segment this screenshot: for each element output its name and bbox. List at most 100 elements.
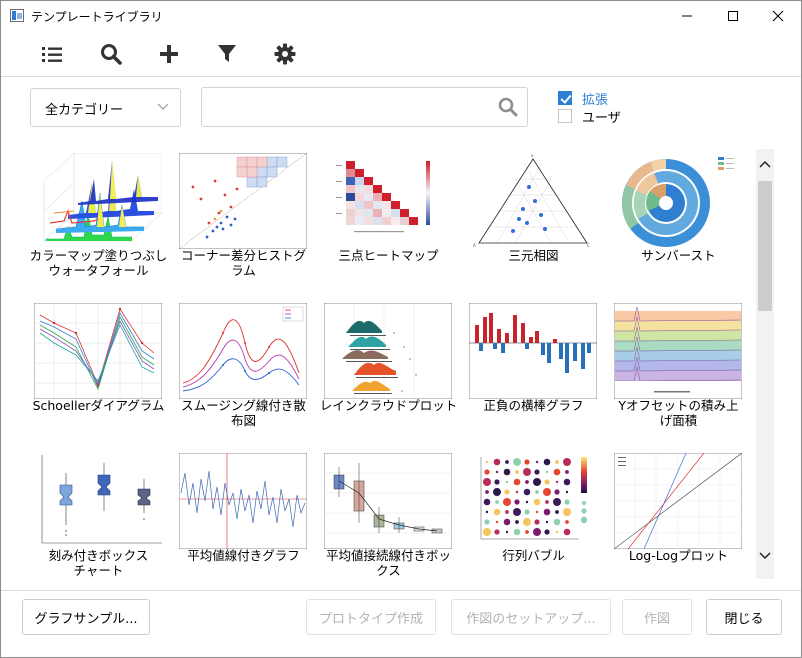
template-item[interactable]: Log-Logプロット	[606, 449, 751, 581]
template-item[interactable]: 行列バブル	[461, 449, 606, 581]
search-icon	[498, 97, 518, 117]
mean-line-thumbnail	[179, 453, 307, 549]
template-item[interactable]: 平均値接続線付きボッ クス	[316, 449, 461, 581]
bubble-mark	[513, 528, 521, 536]
bubble-mark	[534, 469, 540, 475]
template-item[interactable]: カラーマップ塗りつぶし ウォータフォール	[26, 149, 171, 297]
bubble-mark	[513, 508, 521, 516]
close-icon	[772, 10, 784, 22]
bubble-mark	[504, 489, 510, 495]
bubble-mark	[485, 510, 489, 514]
bubble-mark	[513, 458, 521, 466]
bubble-mark	[535, 490, 539, 494]
bubble-mark	[483, 478, 491, 486]
bubble-mark	[523, 488, 531, 496]
template-item[interactable]: スムージング線付き散 布図	[171, 299, 316, 447]
search-icon	[101, 44, 122, 65]
scroll-thumb[interactable]	[758, 181, 772, 311]
bubble-mark	[485, 490, 489, 494]
extension-checkbox[interactable]	[558, 91, 572, 105]
minimize-button[interactable]	[664, 1, 710, 31]
bubble-mark	[553, 518, 561, 526]
plot-button[interactable]: 作図	[622, 599, 692, 635]
template-label: 行列バブル	[502, 548, 565, 563]
bubble-mark	[515, 520, 519, 524]
category-value: 全カテゴリー	[45, 103, 124, 118]
list-view-button[interactable]	[39, 41, 65, 67]
filter-button[interactable]	[214, 41, 240, 67]
bubble-mark	[555, 480, 559, 484]
bubble-mark	[563, 458, 571, 466]
bubble-mark	[514, 499, 520, 505]
bubble-mark	[495, 470, 499, 474]
plot-setup-button[interactable]: 作図のセットアップ...	[451, 599, 611, 635]
waterfall-thumbnail	[34, 153, 162, 249]
graph-sample-button[interactable]: グラフサンプル...	[22, 599, 150, 635]
smoothing-scatter-thumbnail	[179, 303, 307, 399]
template-label: 平均値線付きグラフ	[187, 548, 300, 563]
scroll-down-button[interactable]	[756, 545, 774, 567]
bubble-mark	[505, 530, 509, 534]
bubble-mark	[515, 470, 519, 474]
template-item[interactable]: 平均値線付きグラフ	[171, 449, 316, 581]
search-button[interactable]	[98, 41, 124, 67]
user-checkbox-row[interactable]: ユーザ	[558, 107, 621, 126]
bubble-mark	[565, 520, 569, 524]
template-grid: カラーマップ塗りつぶし ウォータフォール コーナー差分ヒストグ ラム 三点ヒート…	[26, 149, 751, 581]
search-submit[interactable]	[498, 97, 518, 121]
template-item[interactable]: Schoellerダイアグラム	[26, 299, 171, 447]
maximize-icon	[728, 11, 738, 21]
title-bar: テンプレートライブラリ	[1, 1, 801, 31]
template-label: スムージング線付き散 布図	[181, 398, 306, 428]
add-button[interactable]	[156, 41, 182, 67]
bubble-mark	[554, 489, 560, 495]
template-item[interactable]: 刻み付きボックス チャート	[26, 449, 171, 581]
template-item[interactable]: コーナー差分ヒストグ ラム	[171, 149, 316, 297]
schoeller-thumbnail	[34, 303, 162, 399]
template-label: 平均値接続線付きボッ クス	[325, 548, 451, 578]
bubble-mark	[493, 508, 501, 516]
bubble-mark	[533, 478, 541, 486]
template-item[interactable]: サンバースト	[606, 149, 751, 297]
bubble-mark	[535, 460, 539, 464]
bubble-mark	[564, 499, 570, 505]
close-button[interactable]: 閉じる	[706, 599, 782, 635]
template-item[interactable]: Yオフセットの積み上 げ面積	[606, 299, 751, 447]
bubble-mark	[534, 519, 540, 525]
category-dropdown[interactable]: 全カテゴリー	[30, 88, 181, 127]
search-input[interactable]	[210, 96, 490, 118]
bubble-mark	[555, 460, 559, 464]
chevron-down-icon	[157, 103, 169, 110]
bubble-mark	[555, 530, 559, 534]
list-icon	[42, 47, 62, 62]
template-item[interactable]: xAC 三元相図	[461, 149, 606, 297]
close-window-button[interactable]	[755, 1, 801, 31]
bubble-mark	[523, 518, 531, 526]
extension-checkbox-row[interactable]: 拡張	[558, 89, 608, 108]
maximize-button[interactable]	[710, 1, 756, 31]
bubble-mark	[484, 469, 490, 475]
template-item[interactable]: レインクラウドプロット	[316, 299, 461, 447]
settings-button[interactable]	[272, 41, 298, 67]
bubble-mark	[555, 510, 559, 514]
user-checkbox[interactable]	[558, 109, 572, 123]
notched-box-thumbnail	[34, 453, 162, 549]
scroll-up-button[interactable]	[756, 153, 774, 175]
add-icon	[160, 45, 178, 63]
template-item[interactable]: 三点ヒートマップ	[316, 149, 461, 297]
prototype-button[interactable]: プロトタイプ作成	[306, 599, 436, 635]
template-item[interactable]: 正負の横棒グラフ	[461, 299, 606, 447]
chevron-down-icon	[759, 552, 771, 560]
mean-box-thumbnail	[324, 453, 452, 549]
search-box	[201, 87, 528, 127]
template-label: コーナー差分ヒストグ ラム	[180, 248, 306, 278]
bubble-mark	[495, 520, 499, 524]
template-label: 三元相図	[508, 248, 559, 263]
template-scrollbar[interactable]	[756, 149, 774, 579]
bubble-mark	[553, 498, 561, 506]
window-title: テンプレートライブラリ	[31, 10, 163, 24]
bubble-mark	[533, 528, 541, 536]
heatmap-thumbnail	[324, 153, 452, 249]
bubble-mark	[563, 478, 571, 486]
bubble-mark	[544, 479, 550, 485]
